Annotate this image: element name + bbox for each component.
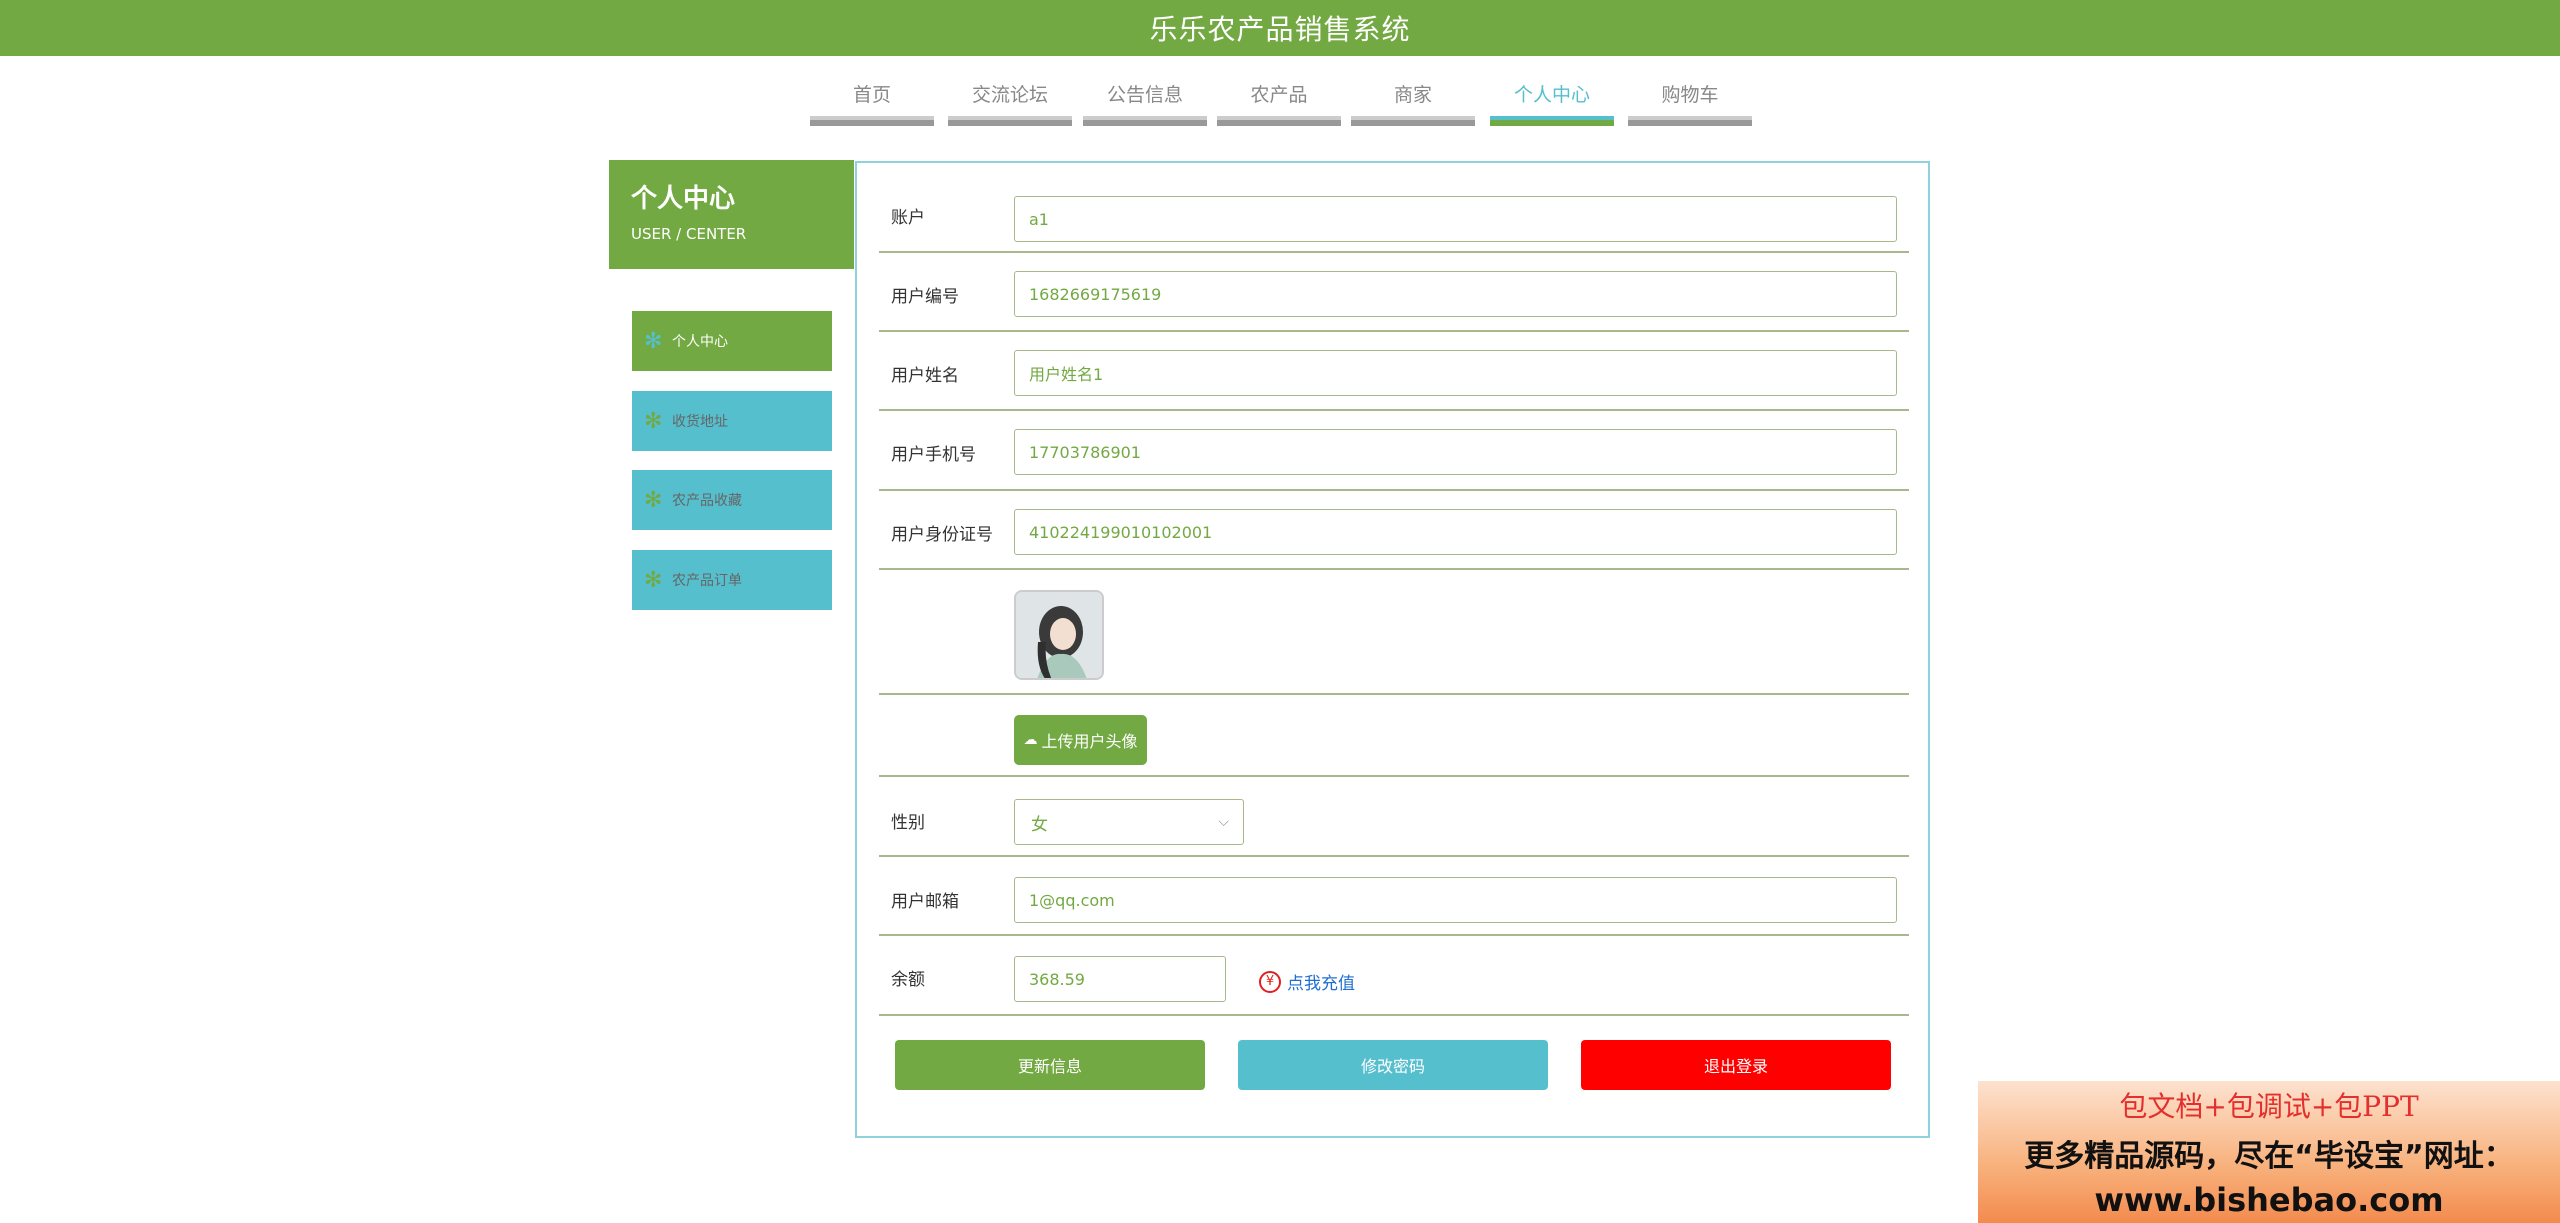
- row-name: 用户姓名 用户姓名1: [879, 332, 1909, 411]
- phone-input[interactable]: 17703786901: [1014, 429, 1897, 475]
- yen-icon: ¥: [1259, 970, 1281, 993]
- sidebar-title: 个人中心: [631, 184, 736, 214]
- avatar: [1014, 590, 1104, 680]
- snowflake-icon: ✻: [644, 328, 663, 354]
- nav-user-center[interactable]: 个人中心: [1490, 56, 1614, 126]
- email-input[interactable]: 1@qq.com: [1014, 877, 1897, 923]
- row-gender: 性别 女 ⌵: [879, 777, 1909, 857]
- row-email: 用户邮箱 1@qq.com: [879, 857, 1909, 936]
- sidebar-item-label: 农产品订单: [672, 573, 742, 589]
- nav-products-label: 农产品: [1250, 84, 1308, 106]
- nav-underline: [1083, 116, 1207, 126]
- row-upload: ☁ 上传用户头像: [879, 695, 1909, 777]
- nav-notice[interactable]: 公告信息: [1083, 56, 1207, 126]
- nav-underline: [948, 116, 1072, 126]
- promo-line-1: 包文档+包调试+包PPT: [2119, 1090, 2419, 1123]
- sidebar-header: 个人中心 USER / CENTER: [609, 160, 854, 269]
- account-label: 账户: [891, 208, 925, 228]
- row-account: 账户 a1: [879, 163, 1909, 253]
- nav-underline: [1217, 116, 1341, 126]
- nav-underline: [810, 116, 934, 126]
- upload-avatar-label: 上传用户头像: [1041, 732, 1138, 751]
- nav-merchant[interactable]: 商家: [1351, 56, 1475, 126]
- user-no-label: 用户编号: [891, 287, 959, 307]
- sidebar-item-user-center[interactable]: ✻ 个人中心: [632, 311, 832, 371]
- sidebar-item-orders[interactable]: ✻ 农产品订单: [632, 550, 832, 610]
- profile-form-panel: 账户 a1 用户编号 1682669175619 用户姓名 用户姓名1 用户手机…: [855, 161, 1930, 1138]
- change-password-button[interactable]: 修改密码: [1238, 1040, 1548, 1090]
- gender-label: 性别: [891, 813, 925, 833]
- nav-cart-label: 购物车: [1661, 84, 1719, 106]
- idcard-input[interactable]: 410224199010102001: [1014, 509, 1897, 555]
- name-label: 用户姓名: [891, 366, 959, 386]
- promo-line-3: www.bishebao.com: [2094, 1181, 2444, 1219]
- row-avatar: [879, 570, 1909, 695]
- nav-user-center-label: 个人中心: [1513, 84, 1590, 106]
- nav-home[interactable]: 首页: [810, 56, 934, 126]
- sidebar-item-label: 个人中心: [672, 334, 728, 350]
- idcard-label: 用户身份证号: [891, 525, 993, 545]
- nav-merchant-label: 商家: [1393, 84, 1432, 106]
- row-user-no: 用户编号 1682669175619: [879, 253, 1909, 332]
- name-input[interactable]: 用户姓名1: [1014, 350, 1897, 396]
- email-label: 用户邮箱: [891, 892, 959, 912]
- nav-products[interactable]: 农产品: [1217, 56, 1341, 126]
- cloud-upload-icon: ☁: [1023, 732, 1038, 748]
- main-nav: 首页 交流论坛 公告信息 农产品 商家 个人中心 购物车: [0, 56, 2560, 126]
- account-input[interactable]: a1: [1014, 196, 1897, 242]
- sidebar-item-favorites[interactable]: ✻ 农产品收藏: [632, 470, 832, 530]
- user-no-input[interactable]: 1682669175619: [1014, 271, 1897, 317]
- logout-button[interactable]: 退出登录: [1581, 1040, 1891, 1090]
- nav-underline: [1490, 116, 1614, 126]
- chevron-down-icon: ⌵: [1218, 814, 1229, 830]
- balance-input[interactable]: 368.59: [1014, 956, 1226, 1002]
- nav-cart[interactable]: 购物车: [1628, 56, 1752, 126]
- top-header: 乐乐农产品销售系统: [0, 0, 2560, 56]
- upload-avatar-button[interactable]: ☁ 上传用户头像: [1014, 715, 1147, 765]
- sidebar-subtitle: USER / CENTER: [631, 225, 747, 243]
- row-idcard: 用户身份证号 410224199010102001: [879, 491, 1909, 570]
- snowflake-icon: ✻: [644, 567, 663, 593]
- row-balance: 余额 368.59 ¥ 点我充值: [879, 936, 1909, 1016]
- sidebar-item-label: 农产品收藏: [672, 493, 742, 509]
- sidebar-item-label: 收货地址: [672, 414, 728, 430]
- balance-label: 余额: [891, 970, 925, 990]
- sidebar-item-address[interactable]: ✻ 收货地址: [632, 391, 832, 451]
- gender-value: 女: [1031, 814, 1048, 835]
- recharge-label: 点我充值: [1287, 974, 1355, 994]
- row-phone: 用户手机号 17703786901: [879, 411, 1909, 491]
- nav-underline: [1351, 116, 1475, 126]
- snowflake-icon: ✻: [644, 408, 663, 434]
- promo-line-2: 更多精品源码，尽在“毕设宝”网址：: [2024, 1139, 2514, 1174]
- nav-notice-label: 公告信息: [1106, 84, 1183, 106]
- gender-select[interactable]: 女 ⌵: [1014, 799, 1244, 845]
- site-title: 乐乐农产品销售系统: [1149, 13, 1411, 46]
- nav-home-label: 首页: [852, 84, 891, 106]
- promo-banner: 包文档+包调试+包PPT 更多精品源码，尽在“毕设宝”网址： www.bishe…: [1978, 1081, 2560, 1223]
- avatar-image: [1016, 592, 1102, 678]
- recharge-link[interactable]: ¥ 点我充值: [1259, 969, 1355, 994]
- nav-underline: [1628, 116, 1752, 126]
- nav-forum-label: 交流论坛: [971, 84, 1048, 106]
- update-info-button[interactable]: 更新信息: [895, 1040, 1205, 1090]
- phone-label: 用户手机号: [891, 445, 976, 465]
- nav-forum[interactable]: 交流论坛: [948, 56, 1072, 126]
- snowflake-icon: ✻: [644, 487, 663, 513]
